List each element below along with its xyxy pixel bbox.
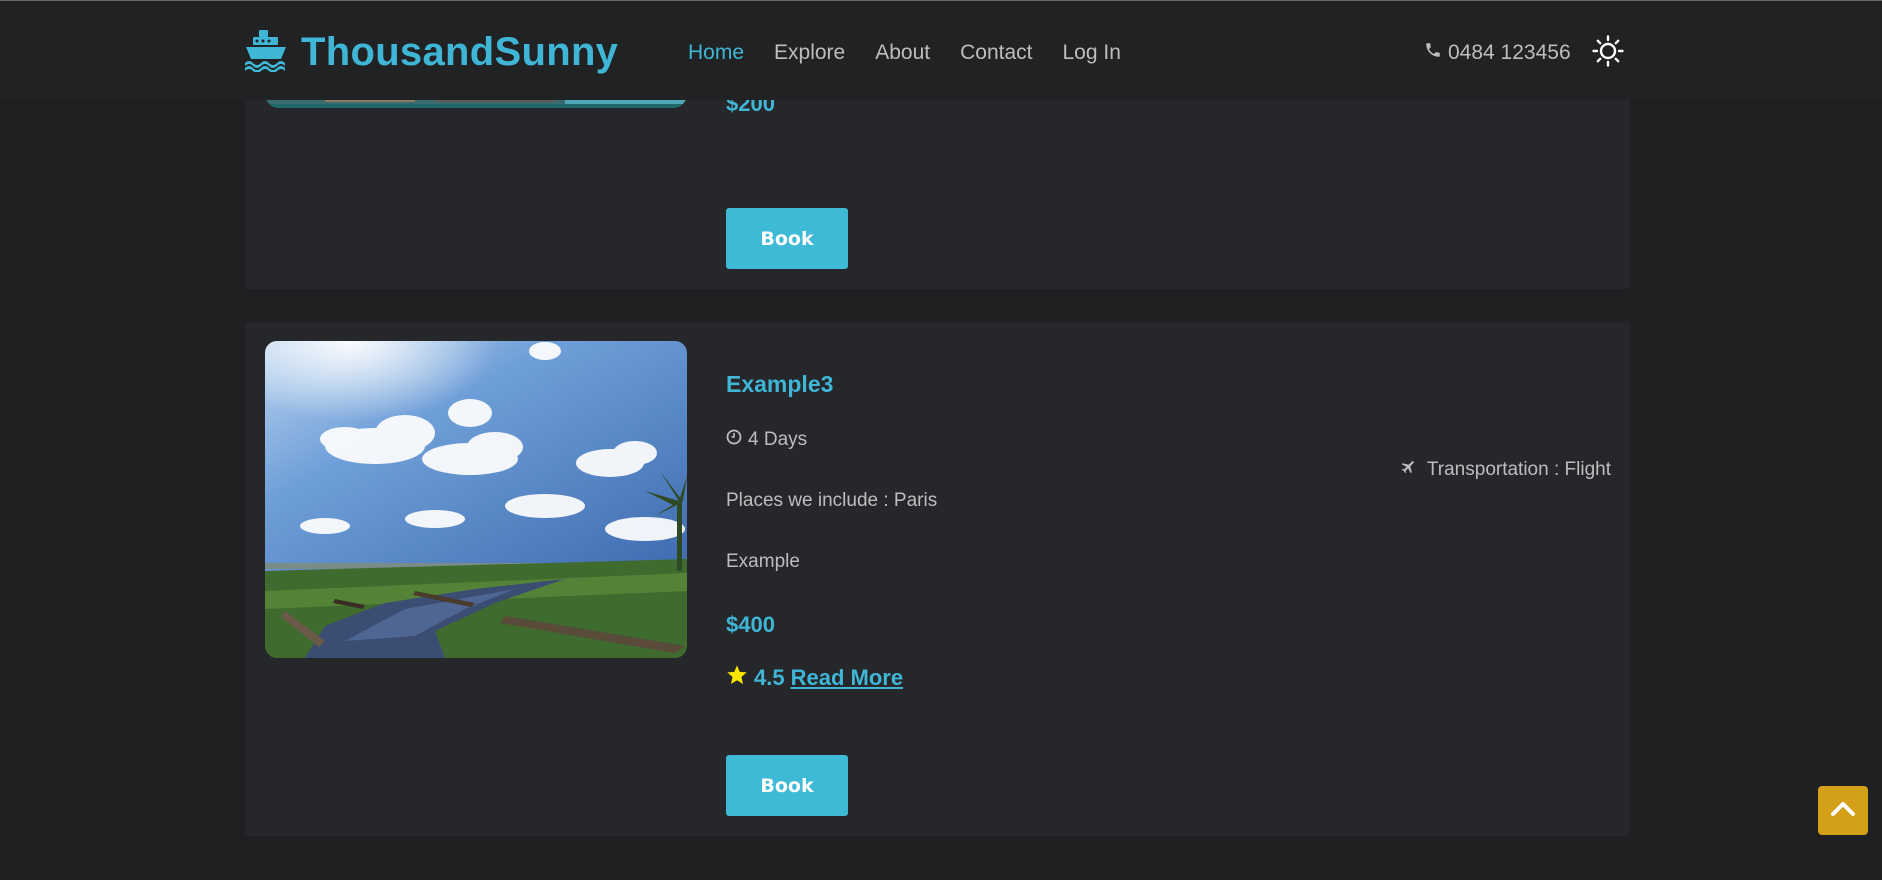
tour-duration: 4 Days bbox=[726, 429, 807, 451]
clock-icon bbox=[726, 429, 742, 451]
nav-about[interactable]: About bbox=[875, 41, 930, 65]
nav-login[interactable]: Log In bbox=[1063, 41, 1121, 65]
rating-value: 4.5 bbox=[754, 665, 785, 690]
phone-contact[interactable]: 0484 123456 bbox=[1424, 41, 1571, 65]
duration-text: 4 Days bbox=[748, 429, 808, 450]
nav-explore[interactable]: Explore bbox=[774, 41, 845, 65]
phone-icon bbox=[1424, 41, 1442, 65]
navbar: ThousandSunny Home Explore About Contact… bbox=[0, 1, 1882, 100]
tour-card: Example3 4 Days Places we include : Pari… bbox=[245, 322, 1630, 836]
brand-name: ThousandSunny bbox=[301, 30, 619, 74]
book-button[interactable]: Book bbox=[726, 755, 848, 816]
phone-number: 0484 123456 bbox=[1448, 41, 1571, 64]
star-icon bbox=[726, 664, 748, 692]
tour-places: Places we include : Paris bbox=[726, 490, 938, 511]
nav-contact[interactable]: Contact bbox=[960, 41, 1032, 65]
scroll-to-top-button[interactable] bbox=[1818, 786, 1868, 835]
book-button[interactable]: Book bbox=[726, 208, 848, 269]
sun-icon[interactable] bbox=[1592, 35, 1624, 67]
tour-image[interactable] bbox=[265, 341, 687, 658]
plane-icon bbox=[1400, 458, 1417, 481]
read-more-link[interactable]: Read More bbox=[791, 665, 903, 691]
tour-rating: 4.5 Read More bbox=[726, 664, 903, 692]
brand-logo[interactable]: ThousandSunny bbox=[243, 28, 618, 77]
transportation-text: Transportation : Flight bbox=[1426, 458, 1611, 480]
chevron-up-icon bbox=[1830, 799, 1856, 822]
tour-title[interactable]: Example3 bbox=[726, 371, 833, 398]
nav-home[interactable]: Home bbox=[688, 41, 744, 65]
tour-description: Example bbox=[726, 551, 800, 572]
tour-price: $400 bbox=[726, 612, 775, 637]
tour-transportation: Transportation : Flight bbox=[1400, 458, 1611, 481]
nav-menu: Home Explore About Contact Log In bbox=[688, 41, 1121, 65]
ship-icon bbox=[243, 28, 289, 77]
